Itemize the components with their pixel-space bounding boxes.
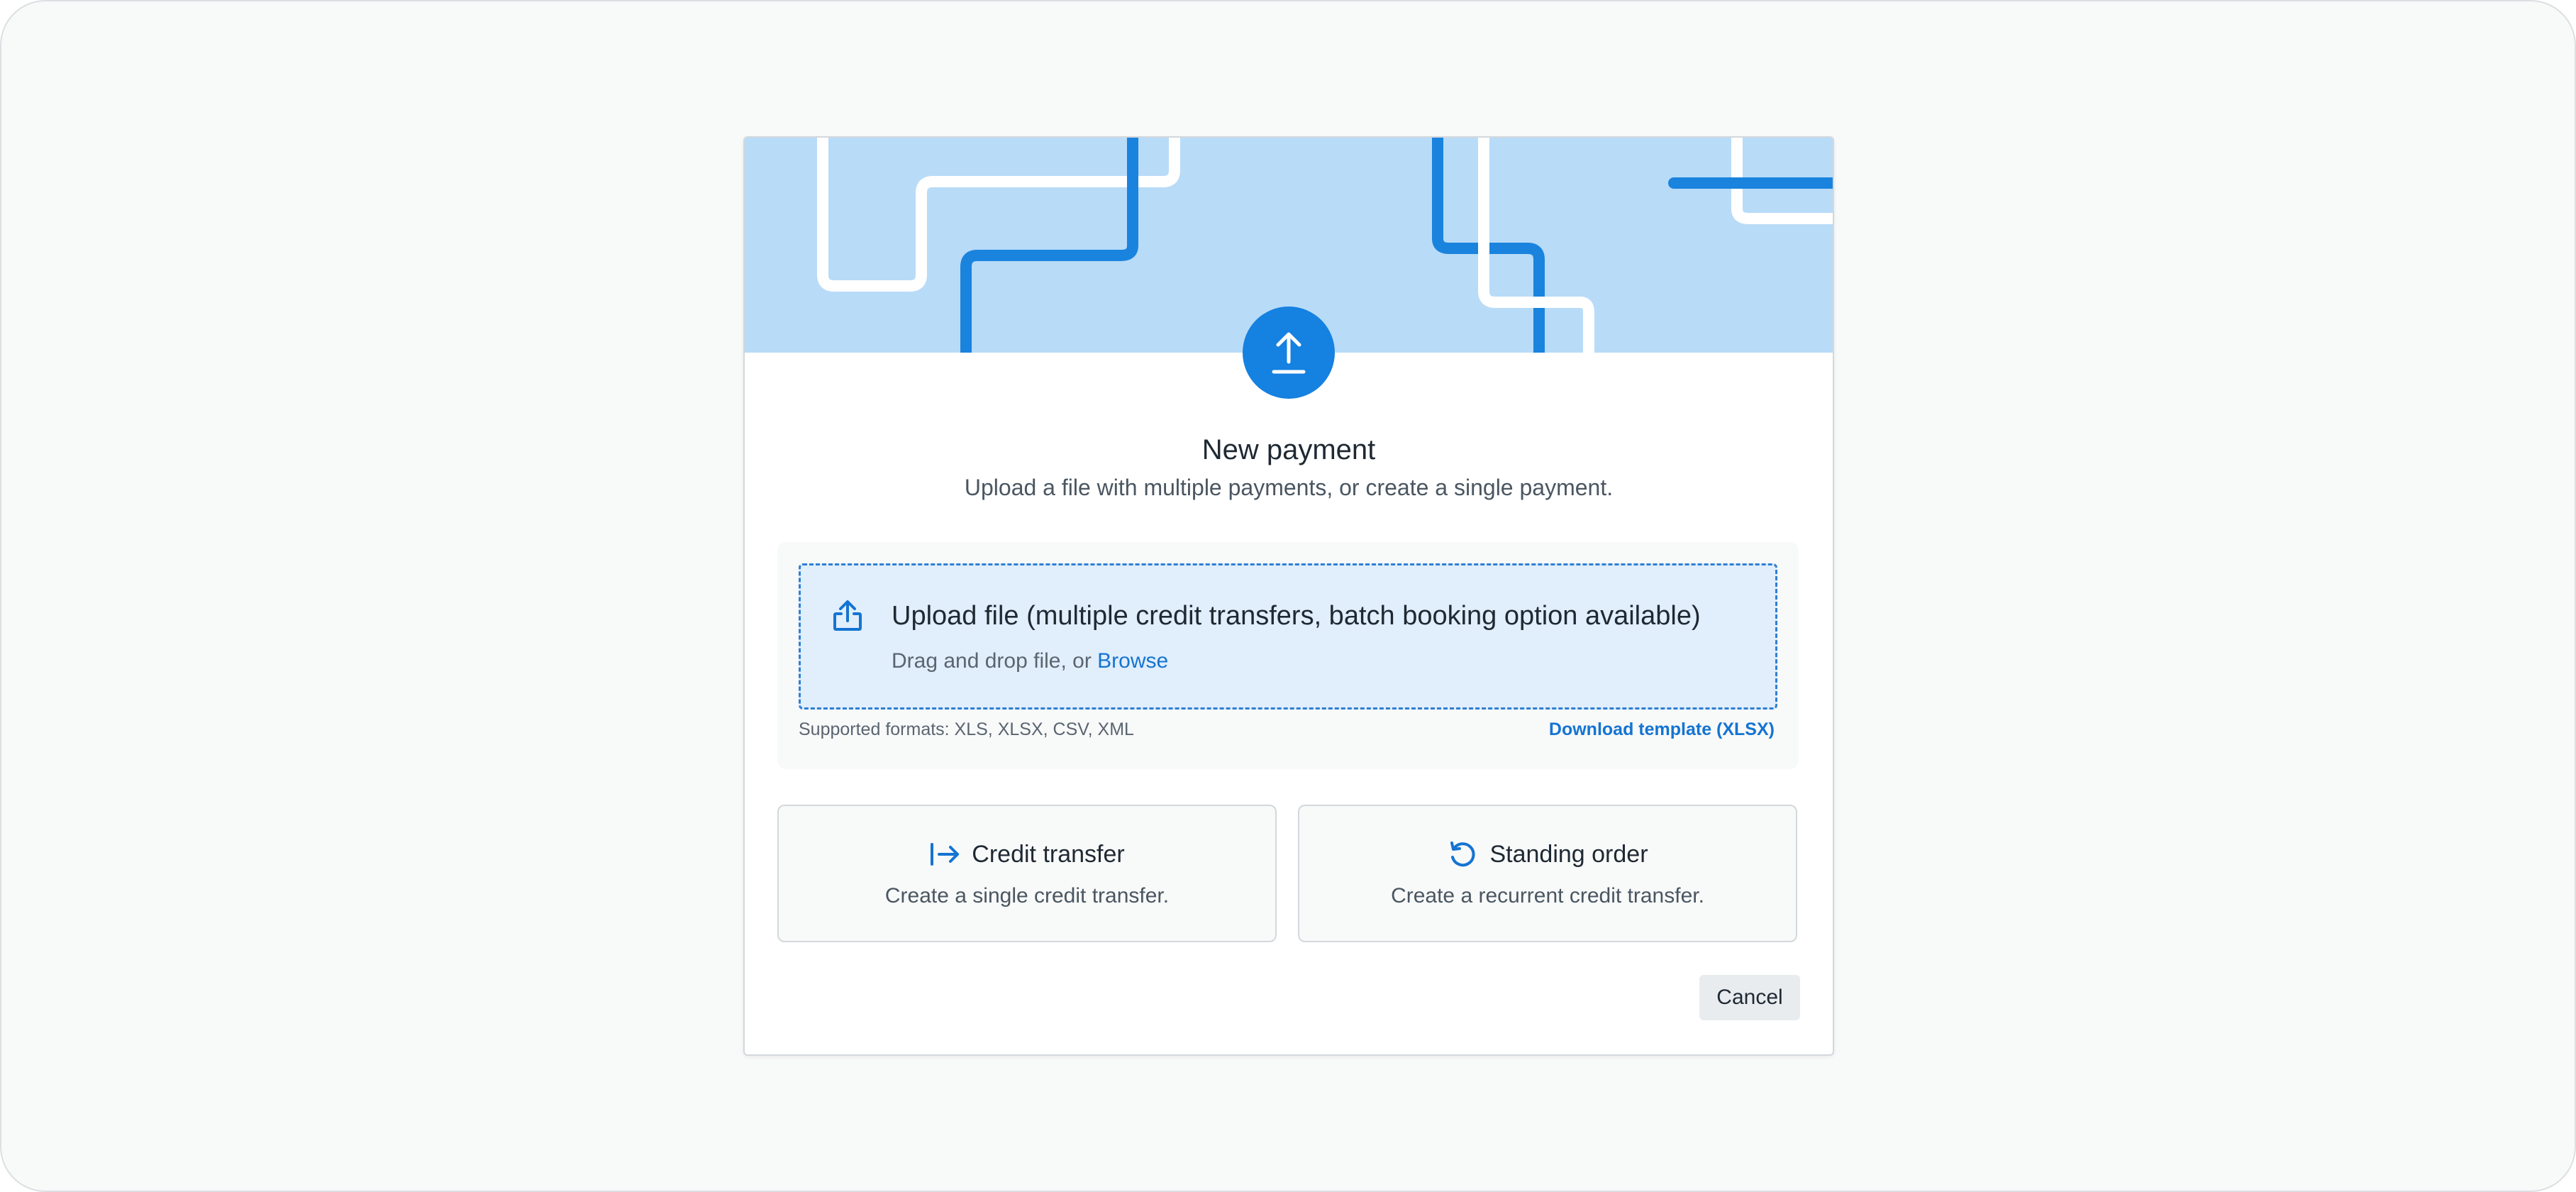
upload-badge bbox=[1243, 307, 1335, 399]
credit-transfer-title: Credit transfer bbox=[972, 840, 1125, 868]
arrow-right-to-bar-icon bbox=[931, 843, 960, 866]
dialog-subtitle: Upload a file with multiple payments, or… bbox=[964, 475, 1614, 500]
file-dropzone[interactable]: Upload file (multiple credit transfers, … bbox=[799, 563, 1777, 710]
drag-drop-hint: Drag and drop file, or Browse bbox=[892, 649, 1168, 673]
upload-file-title: Upload file (multiple credit transfers, … bbox=[892, 601, 1701, 631]
download-template-link[interactable]: Download template (XLSX) bbox=[1549, 719, 1775, 740]
browse-link[interactable]: Browse bbox=[1097, 649, 1168, 673]
standing-order-header: Standing order bbox=[1299, 840, 1796, 868]
standing-order-title: Standing order bbox=[1489, 840, 1648, 868]
dialog-title: New payment bbox=[1201, 434, 1376, 465]
upload-share-icon bbox=[833, 600, 862, 631]
credit-transfer-description: Create a single credit transfer. bbox=[884, 884, 1170, 907]
standing-order-description: Create a recurrent credit transfer. bbox=[1391, 884, 1704, 907]
new-payment-dialog: New payment Upload a file with multiple … bbox=[743, 136, 1834, 1056]
rotate-ccw-icon bbox=[1450, 841, 1475, 867]
drag-drop-text: Drag and drop file, or bbox=[892, 649, 1092, 673]
credit-transfer-header: Credit transfer bbox=[779, 840, 1275, 868]
upload-panel: Upload file (multiple credit transfers, … bbox=[777, 542, 1799, 769]
standing-order-option[interactable]: Standing order Create a recurrent credit… bbox=[1298, 805, 1797, 942]
upload-arrow-icon bbox=[1272, 332, 1306, 374]
credit-transfer-option[interactable]: Credit transfer Create a single credit t… bbox=[777, 805, 1277, 942]
cancel-button[interactable]: Cancel bbox=[1699, 975, 1800, 1020]
supported-formats: Supported formats: XLS, XLSX, CSV, XML bbox=[799, 719, 1134, 739]
